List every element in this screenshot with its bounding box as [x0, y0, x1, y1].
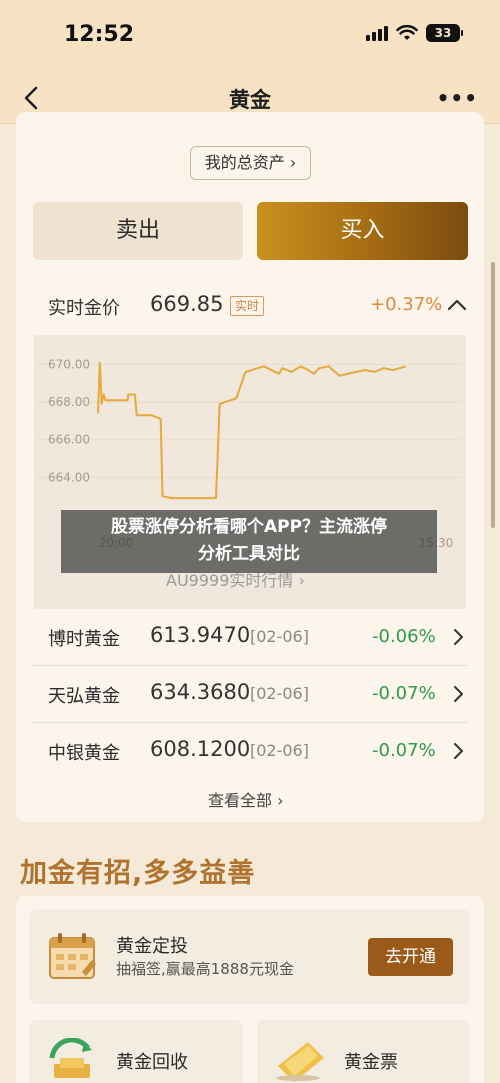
price-change: +0.37%: [370, 294, 443, 315]
wifi-icon: [396, 24, 418, 40]
scrollbar[interactable]: [491, 262, 495, 528]
fund-change: -0.07%: [372, 683, 436, 704]
gold-recycle-icon: [49, 1038, 92, 1078]
chevron-right-icon: [454, 743, 463, 759]
status-icons: 33: [366, 24, 463, 42]
fund-name: 天弘黄金: [48, 686, 120, 707]
list-item[interactable]: 中银黄金 608.1200 [02-06] -0.07%: [48, 723, 468, 779]
overlay-banner: 股票涨停分析看哪个APP？主流涨停 分析工具对比: [61, 510, 437, 573]
sell-button[interactable]: 卖出: [33, 202, 243, 260]
calendar-icon: [49, 933, 96, 979]
gold-ticket-title: 黄金票: [344, 1052, 398, 1073]
price-label: 实时金价: [48, 298, 120, 319]
fund-value: 613.9470: [150, 623, 251, 647]
y-tick-label: 666.00: [48, 433, 90, 447]
gold-recycle-title: 黄金回收: [116, 1052, 188, 1073]
realtime-price-row[interactable]: 实时金价 669.85 实时 +0.37%: [48, 292, 468, 322]
battery-icon: 33: [426, 24, 463, 42]
fund-name: 中银黄金: [48, 743, 120, 764]
list-item[interactable]: 博时黄金 613.9470 [02-06] -0.06%: [48, 609, 468, 665]
realtime-badge: 实时: [230, 296, 265, 316]
list-item[interactable]: 天弘黄金 634.3680 [02-06] -0.07%: [48, 666, 468, 722]
status-bar: 12:52 33: [0, 0, 500, 72]
status-time: 12:52: [64, 22, 135, 47]
fund-value: 608.1200: [150, 737, 251, 761]
total-assets-button[interactable]: 我的总资产 ›: [190, 146, 311, 180]
chevron-up-icon[interactable]: [446, 294, 468, 316]
dca-title: 黄金定投: [116, 936, 188, 957]
chevron-right-icon: [454, 629, 463, 645]
banner-line-1: 股票涨停分析看哪个APP？主流涨停: [110, 517, 388, 537]
chevron-right-icon: [454, 686, 463, 702]
fund-name: 博时黄金: [48, 629, 120, 650]
price-value: 669.85: [150, 292, 224, 316]
cellular-signal-icon: [366, 25, 388, 41]
y-tick-label: 668.00: [48, 395, 90, 409]
buy-button[interactable]: 买入: [257, 202, 468, 260]
y-tick-label: 664.00: [48, 470, 90, 484]
page-title: 黄金: [229, 88, 271, 112]
dca-subtitle: 抽福签,赢最高1888元现金: [116, 960, 294, 978]
more-icon[interactable]: •••: [437, 86, 478, 110]
promo-section-title: 加金有招,多多益善: [20, 858, 256, 889]
fund-value: 634.3680: [150, 680, 251, 704]
fund-date: [02-06]: [250, 627, 309, 646]
fund-date: [02-06]: [250, 741, 309, 760]
view-all-link[interactable]: 查看全部 ›: [208, 787, 284, 811]
fund-change: -0.06%: [372, 626, 436, 647]
gold-ticket-icon: [276, 1042, 324, 1082]
banner-line-2: 分析工具对比: [198, 544, 300, 564]
fund-date: [02-06]: [250, 684, 309, 703]
fund-change: -0.07%: [372, 740, 436, 761]
y-tick-label: 670.00: [48, 357, 90, 371]
activate-button[interactable]: 去开通: [368, 938, 453, 976]
